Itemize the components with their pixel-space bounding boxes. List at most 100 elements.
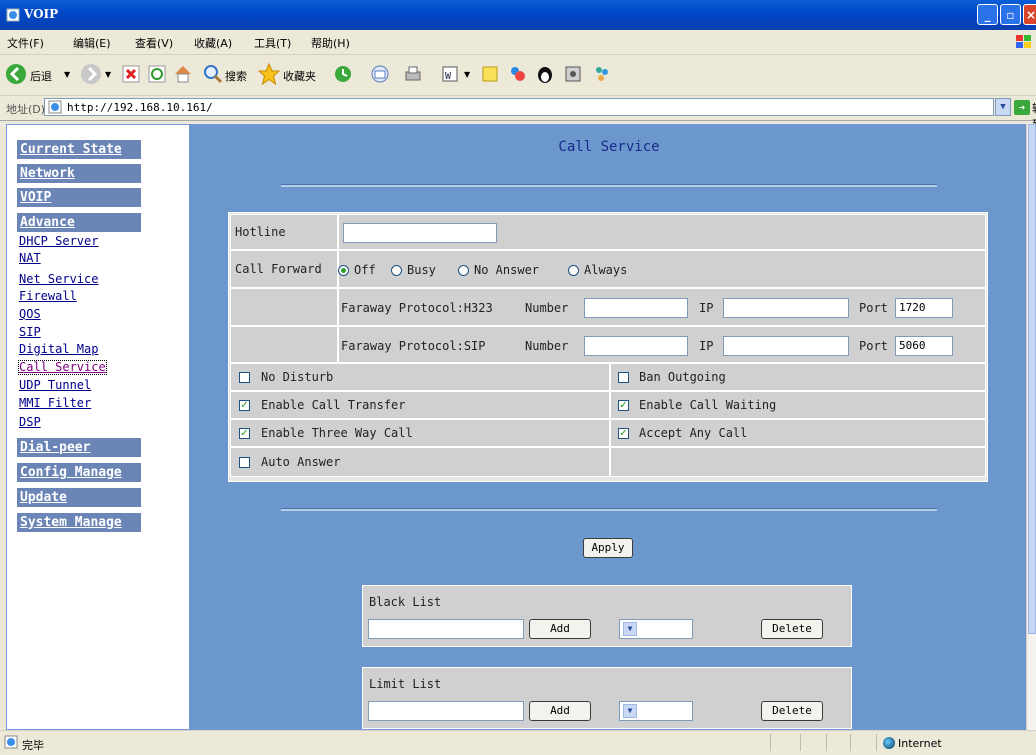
menu-edit[interactable]: 编辑(E) — [73, 35, 111, 51]
nav-config-manage[interactable]: Config Manage — [17, 463, 141, 482]
black-list-input[interactable] — [368, 619, 524, 639]
hotline-input[interactable] — [343, 223, 497, 243]
auto-answer-label: Auto Answer — [261, 455, 341, 469]
search-icon[interactable] — [203, 64, 223, 84]
nav-dial-peer[interactable]: Dial-peer — [17, 438, 141, 457]
nav-link-net-service[interactable]: Net Service — [19, 273, 98, 286]
minimize-button[interactable]: _ — [977, 4, 998, 25]
chevron-down-icon[interactable]: ▼ — [623, 704, 637, 718]
chevron-down-icon[interactable]: ▼ — [623, 622, 637, 636]
nav-system-manage[interactable]: System Manage — [17, 513, 141, 532]
refresh-icon[interactable] — [148, 65, 166, 83]
qq-penguin-icon[interactable] — [535, 64, 555, 84]
call-waiting-checkbox[interactable]: ✓ — [618, 400, 629, 411]
address-url[interactable]: http://192.168.10.161/ — [67, 101, 213, 114]
back-dropdown-icon[interactable]: ▼ — [64, 70, 70, 79]
call-forward-no-answer-radio[interactable] — [458, 265, 469, 276]
sip-number-input[interactable] — [584, 336, 688, 356]
address-input[interactable]: http://192.168.10.161/ — [44, 98, 994, 116]
mail-icon[interactable] — [370, 64, 390, 84]
address-dropdown-icon[interactable]: ▼ — [995, 98, 1011, 116]
empty-cell — [610, 447, 986, 477]
scrollbar-thumb[interactable] — [1028, 124, 1036, 634]
menu-help[interactable]: 帮助(H) — [311, 35, 350, 51]
close-button[interactable]: × — [1023, 4, 1036, 25]
search-label[interactable]: 搜索 — [225, 68, 247, 84]
limit-list-input[interactable] — [368, 701, 524, 721]
black-list-add-button[interactable]: Add — [529, 619, 591, 639]
call-transfer-checkbox[interactable]: ✓ — [239, 400, 250, 411]
forward-arrow-icon[interactable] — [80, 63, 102, 85]
limit-list-delete-button[interactable]: Delete — [761, 701, 823, 721]
h323-ip-input[interactable] — [723, 298, 849, 318]
no-disturb-checkbox[interactable] — [239, 372, 250, 383]
go-arrow-icon[interactable]: ➔ — [1014, 100, 1030, 115]
sip-port-input[interactable]: 5060 — [895, 336, 953, 356]
nav-link-dhcp-server[interactable]: DHCP Server — [19, 235, 98, 248]
nav-link-nat[interactable]: NAT — [19, 252, 41, 265]
apply-button[interactable]: Apply — [583, 538, 633, 558]
menu-favorites[interactable]: 收藏(A) — [194, 35, 232, 51]
nav-link-call-service[interactable]: Call Service — [18, 360, 107, 375]
favorites-label[interactable]: 收藏夹 — [283, 68, 316, 84]
nav-network[interactable]: Network — [17, 164, 141, 183]
limit-list-add-button[interactable]: Add — [529, 701, 591, 721]
research-icon[interactable] — [563, 64, 583, 84]
ban-outgoing-checkbox[interactable] — [618, 372, 629, 383]
call-forward-off-radio[interactable] — [338, 265, 349, 276]
sip-ip-input[interactable] — [723, 336, 849, 356]
home-icon[interactable] — [173, 64, 193, 84]
edit-word-icon[interactable]: W — [440, 64, 460, 84]
auto-answer-checkbox[interactable] — [239, 457, 250, 468]
print-icon[interactable] — [403, 64, 423, 84]
three-way-label: Enable Three Way Call — [261, 426, 413, 440]
call-forward-always-radio[interactable] — [568, 265, 579, 276]
nav-current-state[interactable]: Current State — [17, 140, 141, 159]
menu-tools[interactable]: 工具(T) — [254, 35, 291, 51]
h323-number-input[interactable] — [584, 298, 688, 318]
nav-update[interactable]: Update — [17, 488, 141, 507]
back-arrow-icon[interactable] — [5, 63, 27, 85]
nav-link-digital-map[interactable]: Digital Map — [19, 343, 98, 356]
hotline-value-cell — [338, 214, 986, 250]
nav-voip[interactable]: VOIP — [17, 188, 141, 207]
nav-link-sip[interactable]: SIP — [19, 326, 41, 339]
window-title: VOIP — [24, 7, 59, 21]
accept-any-checkbox[interactable]: ✓ — [618, 428, 629, 439]
black-list-delete-button[interactable]: Delete — [761, 619, 823, 639]
limit-list-select[interactable]: ▼ — [619, 701, 693, 721]
vertical-scrollbar[interactable] — [1026, 124, 1036, 730]
h323-number-label: Number — [525, 301, 569, 315]
menu-file[interactable]: 文件(F) — [7, 35, 44, 51]
nav-advance[interactable]: Advance — [17, 213, 141, 232]
sip-port-label: Port — [859, 339, 888, 353]
call-forward-off-label: Off — [354, 263, 376, 277]
no-disturb-label: No Disturb — [261, 370, 334, 384]
nav-link-qos[interactable]: QOS — [19, 308, 41, 321]
call-forward-busy-radio[interactable] — [391, 265, 402, 276]
nav-link-udp-tunnel[interactable]: UDP Tunnel — [19, 379, 91, 392]
h323-port-input[interactable]: 1720 — [895, 298, 953, 318]
history-icon[interactable] — [333, 64, 353, 84]
forward-dropdown-icon[interactable]: ▼ — [105, 70, 111, 79]
notes-icon[interactable] — [480, 64, 500, 84]
accept-any-cell: ✓ Accept Any Call — [610, 419, 986, 447]
maximize-button[interactable]: ▫ — [1000, 4, 1021, 25]
menu-view[interactable]: 查看(V) — [135, 35, 173, 51]
back-label[interactable]: 后退 — [30, 68, 52, 84]
black-list-select[interactable]: ▼ — [619, 619, 693, 639]
stop-icon[interactable] — [122, 65, 140, 83]
sip-protocol-label: Faraway Protocol:SIP — [341, 339, 486, 353]
status-divider — [800, 734, 801, 751]
nav-link-dsp[interactable]: DSP — [19, 416, 41, 429]
h323-protocol-label: Faraway Protocol:H323 — [341, 301, 493, 315]
three-way-checkbox[interactable]: ✓ — [239, 428, 250, 439]
nav-link-mmi-filter[interactable]: MMI Filter — [19, 397, 91, 410]
messenger-icon[interactable] — [507, 64, 527, 84]
favorites-star-icon[interactable] — [258, 63, 280, 85]
users-icon[interactable] — [592, 64, 612, 84]
call-forward-label-cell: Call Forward — [230, 250, 338, 288]
nav-link-firewall[interactable]: Firewall — [19, 290, 77, 303]
internet-globe-icon — [883, 737, 895, 749]
edit-dropdown-icon[interactable]: ▼ — [464, 70, 470, 79]
